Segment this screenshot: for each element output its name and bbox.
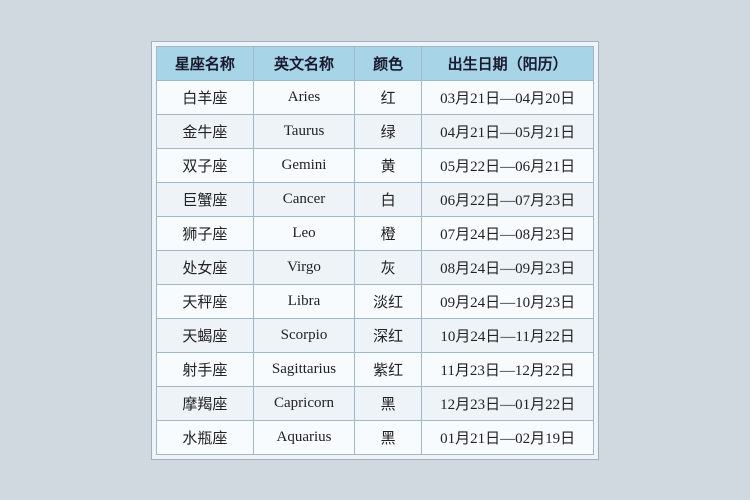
cell-date: 08月24日—09月23日	[422, 250, 594, 284]
cell-en-name: Aquarius	[253, 420, 354, 454]
table-row: 白羊座Aries红03月21日—04月20日	[156, 80, 593, 114]
cell-color: 黄	[355, 148, 422, 182]
table-row: 金牛座Taurus绿04月21日—05月21日	[156, 114, 593, 148]
cell-color: 淡红	[355, 284, 422, 318]
cell-en-name: Virgo	[253, 250, 354, 284]
cell-en-name: Aries	[253, 80, 354, 114]
cell-en-name: Capricorn	[253, 386, 354, 420]
table-row: 狮子座Leo橙07月24日—08月23日	[156, 216, 593, 250]
cell-date: 12月23日—01月22日	[422, 386, 594, 420]
cell-en-name: Sagittarius	[253, 352, 354, 386]
cell-date: 07月24日—08月23日	[422, 216, 594, 250]
cell-color: 紫红	[355, 352, 422, 386]
cell-date: 01月21日—02月19日	[422, 420, 594, 454]
cell-color: 黑	[355, 420, 422, 454]
cell-zh-name: 天蝎座	[156, 318, 253, 352]
cell-en-name: Scorpio	[253, 318, 354, 352]
cell-en-name: Taurus	[253, 114, 354, 148]
cell-color: 绿	[355, 114, 422, 148]
cell-zh-name: 白羊座	[156, 80, 253, 114]
cell-date: 11月23日—12月22日	[422, 352, 594, 386]
table-body: 白羊座Aries红03月21日—04月20日金牛座Taurus绿04月21日—0…	[156, 80, 593, 454]
cell-en-name: Leo	[253, 216, 354, 250]
cell-color: 白	[355, 182, 422, 216]
cell-zh-name: 双子座	[156, 148, 253, 182]
zodiac-table-container: 星座名称 英文名称 颜色 出生日期（阳历） 白羊座Aries红03月21日—04…	[151, 41, 599, 460]
table-header-row: 星座名称 英文名称 颜色 出生日期（阳历）	[156, 46, 593, 80]
table-row: 射手座Sagittarius紫红11月23日—12月22日	[156, 352, 593, 386]
zodiac-table: 星座名称 英文名称 颜色 出生日期（阳历） 白羊座Aries红03月21日—04…	[156, 46, 594, 455]
cell-zh-name: 射手座	[156, 352, 253, 386]
cell-date: 04月21日—05月21日	[422, 114, 594, 148]
cell-zh-name: 巨蟹座	[156, 182, 253, 216]
cell-date: 03月21日—04月20日	[422, 80, 594, 114]
cell-zh-name: 水瓶座	[156, 420, 253, 454]
cell-zh-name: 摩羯座	[156, 386, 253, 420]
cell-date: 06月22日—07月23日	[422, 182, 594, 216]
header-date: 出生日期（阳历）	[422, 46, 594, 80]
table-row: 水瓶座Aquarius黑01月21日—02月19日	[156, 420, 593, 454]
header-zh-name: 星座名称	[156, 46, 253, 80]
table-row: 双子座Gemini黄05月22日—06月21日	[156, 148, 593, 182]
table-row: 巨蟹座Cancer白06月22日—07月23日	[156, 182, 593, 216]
table-row: 处女座Virgo灰08月24日—09月23日	[156, 250, 593, 284]
cell-zh-name: 金牛座	[156, 114, 253, 148]
cell-zh-name: 处女座	[156, 250, 253, 284]
header-en-name: 英文名称	[253, 46, 354, 80]
cell-color: 红	[355, 80, 422, 114]
table-row: 天蝎座Scorpio深红10月24日—11月22日	[156, 318, 593, 352]
cell-en-name: Gemini	[253, 148, 354, 182]
cell-color: 深红	[355, 318, 422, 352]
table-row: 摩羯座Capricorn黑12月23日—01月22日	[156, 386, 593, 420]
cell-color: 橙	[355, 216, 422, 250]
cell-color: 灰	[355, 250, 422, 284]
cell-en-name: Libra	[253, 284, 354, 318]
cell-date: 10月24日—11月22日	[422, 318, 594, 352]
header-color: 颜色	[355, 46, 422, 80]
table-row: 天秤座Libra淡红09月24日—10月23日	[156, 284, 593, 318]
cell-zh-name: 天秤座	[156, 284, 253, 318]
cell-en-name: Cancer	[253, 182, 354, 216]
cell-color: 黑	[355, 386, 422, 420]
cell-date: 05月22日—06月21日	[422, 148, 594, 182]
cell-date: 09月24日—10月23日	[422, 284, 594, 318]
cell-zh-name: 狮子座	[156, 216, 253, 250]
